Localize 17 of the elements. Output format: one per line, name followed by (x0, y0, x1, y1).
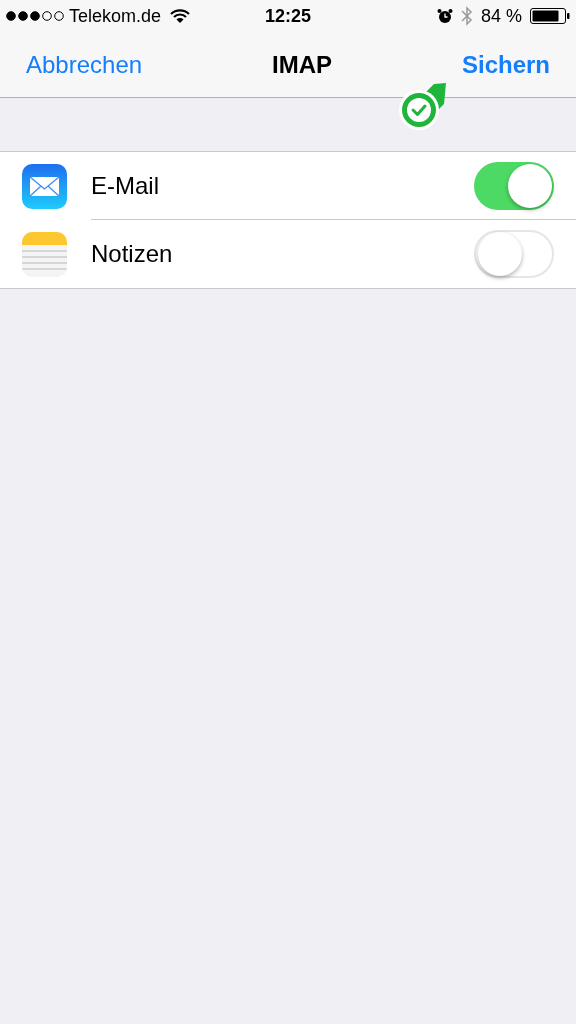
bluetooth-icon (461, 6, 473, 26)
signal-icon (6, 11, 64, 21)
save-button[interactable]: Sichern (461, 46, 550, 83)
battery-icon (530, 8, 570, 24)
setting-label: E-Mail (91, 170, 160, 201)
cancel-button[interactable]: Abbrechen (26, 46, 143, 83)
nav-title: IMAP (272, 49, 333, 80)
alarm-icon (437, 8, 453, 24)
clock-time: 12:25 (265, 4, 312, 28)
battery-percentage: 84 % (481, 4, 522, 28)
setting-label: Notizen (91, 239, 174, 269)
carrier-name: Telekom.de (69, 4, 162, 28)
wifi-icon (170, 8, 191, 24)
mail-app-icon (22, 163, 67, 209)
toggle-switch[interactable] (474, 161, 554, 210)
notes-app-icon (22, 231, 67, 277)
toggle-switch[interactable] (474, 230, 554, 278)
